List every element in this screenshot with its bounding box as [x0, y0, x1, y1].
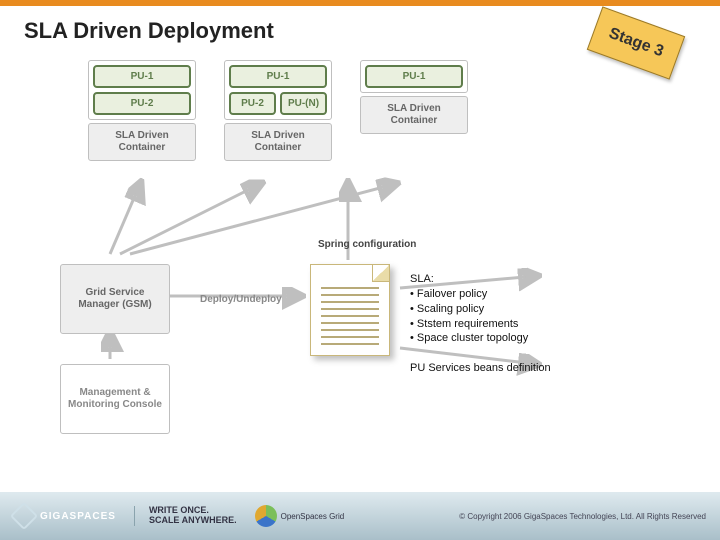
sla-item: • Space cluster topology [410, 331, 528, 346]
grid-service-manager: Grid Service Manager (GSM) [60, 264, 170, 334]
tagline-line2: SCALE ANYWHERE. [149, 516, 237, 526]
gigaspaces-logo: GIGASPACES [14, 506, 116, 526]
spring-config-text: Spring configuration [318, 239, 416, 250]
pu-box: PU-1 [229, 65, 327, 88]
gigaspaces-mark-icon [10, 502, 38, 530]
pu-box: PU-1 [365, 65, 463, 88]
config-document-icon [310, 264, 390, 356]
container-3: PU-1 SLA Driven Container [360, 60, 468, 161]
brand-text: GIGASPACES [40, 511, 116, 522]
tagline: WRITE ONCE. SCALE ANYWHERE. [134, 506, 237, 526]
pu-box: PU-(N) [280, 92, 327, 115]
sla-driven-container: SLA Driven Container [224, 123, 332, 161]
container-row: PU-1 PU-2 SLA Driven Container PU-1 PU-2… [88, 60, 468, 161]
openspaces-text: OpenSpaces Grid [281, 512, 345, 521]
container-2: PU-1 PU-2 PU-(N) SLA Driven Container [224, 60, 332, 161]
page-title: SLA Driven Deployment [24, 18, 274, 44]
pu-box: PU-1 [93, 65, 191, 88]
sla-heading: SLA: [410, 272, 528, 287]
footer-left: GIGASPACES WRITE ONCE. SCALE ANYWHERE. O… [14, 505, 344, 527]
deploy-undeploy-label: Deploy/Undeploy [200, 294, 282, 305]
sla-item: • Scaling policy [410, 302, 528, 317]
pu-stack: PU-1 PU-2 [88, 60, 196, 120]
sla-driven-container: SLA Driven Container [88, 123, 196, 161]
copyright: © Copyright 2006 GigaSpaces Technologies… [459, 512, 706, 521]
diagram: PU-1 PU-2 SLA Driven Container PU-1 PU-2… [0, 54, 720, 474]
container-1: PU-1 PU-2 SLA Driven Container [88, 60, 196, 161]
sla-item: • Ststem requirements [410, 317, 528, 332]
sla-policy-text: SLA: • Failover policy • Scaling policy … [410, 272, 528, 346]
footer: GIGASPACES WRITE ONCE. SCALE ANYWHERE. O… [0, 492, 720, 540]
sla-item: • Failover policy [410, 287, 528, 302]
sla-driven-container: SLA Driven Container [360, 96, 468, 134]
pu-stack: PU-1 [360, 60, 468, 93]
spring-config-label: Spring configuration [318, 239, 416, 251]
pu-box: PU-2 [93, 92, 191, 115]
management-console: Management & Monitoring Console [60, 364, 170, 434]
pu-stack: PU-1 PU-2 PU-(N) [224, 60, 332, 120]
beans-definition-text: PU Services beans definition [410, 362, 551, 374]
pu-box: PU-2 [229, 92, 276, 115]
openspaces-logo: OpenSpaces Grid [255, 505, 345, 527]
doc-lines [321, 287, 379, 345]
openspaces-mark-icon [255, 505, 277, 527]
